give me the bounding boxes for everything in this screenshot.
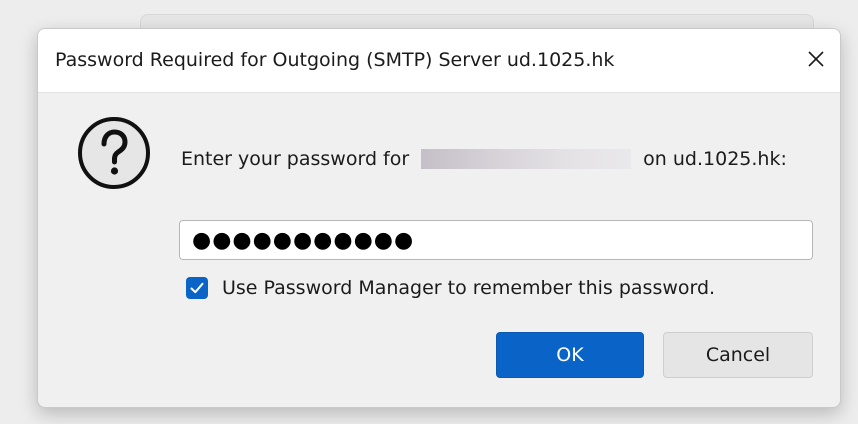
cancel-button[interactable]: Cancel bbox=[663, 332, 813, 378]
check-icon bbox=[190, 282, 204, 294]
remember-password-row[interactable]: Use Password Manager to remember this pa… bbox=[186, 277, 715, 299]
prompt-suffix: on ud.1025.hk: bbox=[643, 148, 787, 170]
remember-password-checkbox[interactable] bbox=[186, 277, 208, 299]
prompt-prefix: Enter your password for bbox=[181, 148, 410, 170]
question-icon bbox=[78, 117, 150, 189]
dialog-titlebar: Password Required for Outgoing (SMTP) Se… bbox=[38, 29, 840, 93]
ok-button[interactable]: OK bbox=[496, 332, 644, 378]
close-icon bbox=[808, 51, 824, 67]
password-dialog: Password Required for Outgoing (SMTP) Se… bbox=[37, 28, 841, 408]
dialog-body: Enter your password for on ud.1025.hk: U… bbox=[38, 93, 840, 407]
password-prompt: Enter your password for on ud.1025.hk: bbox=[181, 148, 787, 170]
remember-password-label: Use Password Manager to remember this pa… bbox=[222, 277, 716, 299]
password-input[interactable] bbox=[179, 220, 813, 260]
dialog-title: Password Required for Outgoing (SMTP) Se… bbox=[55, 49, 615, 71]
redacted-username bbox=[421, 149, 632, 169]
close-button[interactable] bbox=[796, 39, 836, 79]
